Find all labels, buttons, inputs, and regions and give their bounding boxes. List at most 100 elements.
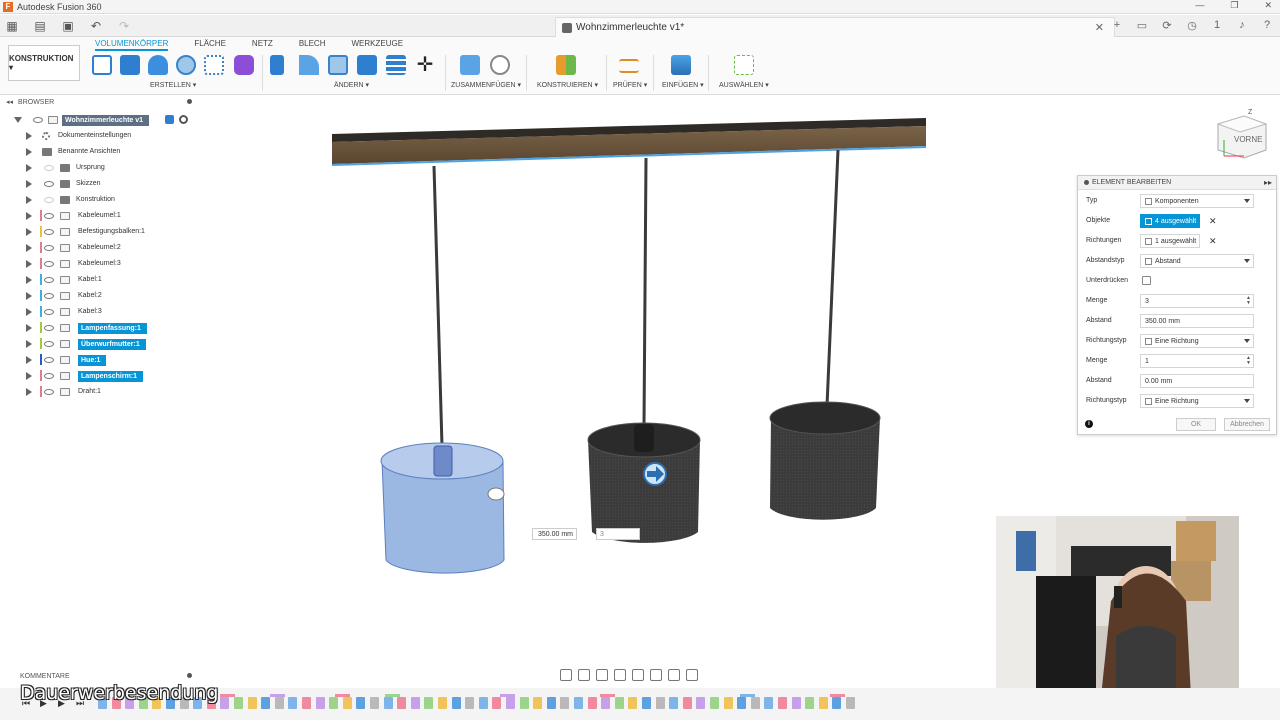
browser-item[interactable]: Dokumenteinstellungen: [0, 128, 210, 144]
split-body-icon[interactable]: [386, 55, 406, 75]
close-tab-button[interactable]: ✕: [1095, 21, 1104, 34]
new-component-icon[interactable]: [460, 55, 480, 75]
timeline-feature[interactable]: [478, 697, 488, 709]
timeline-feature[interactable]: [492, 697, 502, 709]
timeline-feature[interactable]: [764, 697, 774, 709]
timeline-feature[interactable]: [642, 697, 651, 709]
browser-item-label[interactable]: Hue:1: [78, 355, 107, 366]
tab-volumenkoerper[interactable]: VOLUMENKÖRPER: [95, 39, 169, 51]
tab-blech[interactable]: BLECH: [299, 39, 326, 51]
move-icon[interactable]: ✛: [415, 55, 435, 75]
timeline-feature[interactable]: [234, 697, 243, 709]
info-icon[interactable]: i: [1085, 420, 1093, 428]
timeline-feature[interactable]: [274, 697, 284, 709]
dropdown[interactable]: Abstand: [1140, 254, 1254, 268]
expand-icon[interactable]: [26, 244, 32, 252]
expand-icon[interactable]: [26, 308, 32, 316]
shell-icon[interactable]: [328, 55, 348, 75]
timeline-feature[interactable]: [451, 697, 461, 709]
timeline-feature[interactable]: [628, 697, 638, 709]
visibility-icon[interactable]: [44, 229, 54, 235]
create-sketch-icon[interactable]: [92, 55, 112, 75]
expand-icon[interactable]: [26, 212, 32, 220]
hole-icon[interactable]: [176, 55, 196, 75]
collapse-icon[interactable]: ◂◂: [6, 98, 13, 106]
browser-item[interactable]: Kabel:3: [0, 304, 210, 320]
timeline-feature[interactable]: [723, 697, 733, 709]
timeline-feature[interactable]: [506, 697, 515, 709]
timeline-feature[interactable]: [315, 697, 325, 709]
visibility-icon[interactable]: [44, 181, 54, 187]
expand-panel-icon[interactable]: ▸▸: [1264, 178, 1272, 187]
timeline-feature[interactable]: [261, 697, 271, 709]
timeline-feature[interactable]: [519, 697, 529, 709]
timeline-feature[interactable]: [546, 697, 556, 709]
browser-item[interactable]: Draht:1: [0, 384, 210, 400]
pin-icon[interactable]: [187, 673, 192, 678]
visibility-icon[interactable]: [44, 325, 54, 331]
browser-item[interactable]: Überwurfmutter:1: [0, 336, 210, 352]
group-zusammenfuegen[interactable]: ZUSAMMENFÜGEN ▾: [451, 81, 521, 89]
display-settings-icon[interactable]: [650, 669, 662, 681]
expand-icon[interactable]: [26, 196, 32, 204]
radio-icon[interactable]: [179, 115, 188, 124]
tab-flaeche[interactable]: FLÄCHE: [194, 39, 226, 51]
selection-field[interactable]: 1 ausgewählt: [1140, 234, 1200, 248]
browser-root-label[interactable]: Wohnzimmerleuchte v1: [62, 115, 150, 126]
timeline-feature[interactable]: [778, 697, 787, 709]
expand-icon[interactable]: [26, 164, 32, 172]
zoom-icon[interactable]: [614, 669, 626, 681]
maximize-button[interactable]: ❐: [1230, 0, 1238, 11]
save-icon[interactable]: ▣: [60, 18, 76, 34]
browser-item-label[interactable]: Kabel:2: [78, 292, 102, 299]
redo-icon[interactable]: ↷: [116, 18, 132, 34]
spinner-arrows-icon[interactable]: ▲ ▼: [1246, 356, 1251, 367]
clock-icon[interactable]: ◷: [1185, 18, 1199, 32]
browser-item-label[interactable]: Konstruktion: [76, 196, 115, 203]
browser-item-label[interactable]: Kabel:1: [78, 276, 102, 283]
expand-icon[interactable]: [26, 276, 32, 284]
timeline-feature[interactable]: [302, 697, 311, 709]
combine-icon[interactable]: [357, 55, 377, 75]
lampshade-1-selected[interactable]: [380, 442, 505, 574]
help-icon[interactable]: ?: [1260, 18, 1274, 32]
value-input[interactable]: 0.00 mm: [1140, 374, 1254, 388]
grid-icon[interactable]: ▦: [4, 18, 20, 34]
timeline-feature[interactable]: [438, 697, 447, 709]
browser-item[interactable]: Lampenfassung:1: [0, 320, 210, 336]
timeline-feature[interactable]: [342, 697, 352, 709]
timeline-feature[interactable]: [818, 697, 828, 709]
group-auswaehlen[interactable]: AUSWÄHLEN ▾: [719, 81, 769, 89]
dropdown[interactable]: Komponenten: [1140, 194, 1254, 208]
visibility-icon[interactable]: [44, 341, 54, 347]
timeline-feature[interactable]: [614, 697, 624, 709]
expand-icon[interactable]: [26, 148, 32, 156]
browser-item[interactable]: Ursprung: [0, 160, 210, 176]
distance-input[interactable]: 350.00 mm: [532, 528, 577, 540]
browser-item[interactable]: Kabel:2: [0, 288, 210, 304]
quantity-stepper[interactable]: 1 ▲ ▼: [1140, 354, 1254, 368]
timeline-feature[interactable]: [601, 697, 611, 709]
visibility-icon[interactable]: [44, 373, 54, 379]
comments-header[interactable]: KOMMENTARE: [0, 670, 202, 682]
browser-item-label[interactable]: Kabeleumel:3: [78, 260, 121, 267]
browser-root[interactable]: Wohnzimmerleuchte v1: [0, 112, 210, 128]
timeline-feature[interactable]: [288, 697, 298, 709]
expand-icon[interactable]: [26, 388, 32, 396]
timeline-feature[interactable]: [329, 697, 339, 709]
visibility-icon[interactable]: [44, 197, 54, 203]
offset-plane-icon[interactable]: [556, 55, 576, 75]
look-at-icon[interactable]: [578, 669, 590, 681]
press-pull-icon[interactable]: [270, 55, 284, 75]
value-input[interactable]: 350.00 mm: [1140, 314, 1254, 328]
timeline-feature[interactable]: [737, 697, 747, 709]
expand-icon[interactable]: [26, 372, 32, 380]
browser-item-label[interactable]: Lampenfassung:1: [78, 323, 147, 334]
timeline-feature[interactable]: [560, 697, 570, 709]
browser-item[interactable]: Kabeleumel:1: [0, 208, 210, 224]
timeline-feature[interactable]: [465, 697, 475, 709]
fillet-icon[interactable]: [299, 55, 319, 75]
quantity-input[interactable]: 3: [596, 528, 640, 540]
browser-item[interactable]: Benannte Ansichten: [0, 144, 210, 160]
group-aendern[interactable]: ÄNDERN ▾: [334, 81, 369, 89]
